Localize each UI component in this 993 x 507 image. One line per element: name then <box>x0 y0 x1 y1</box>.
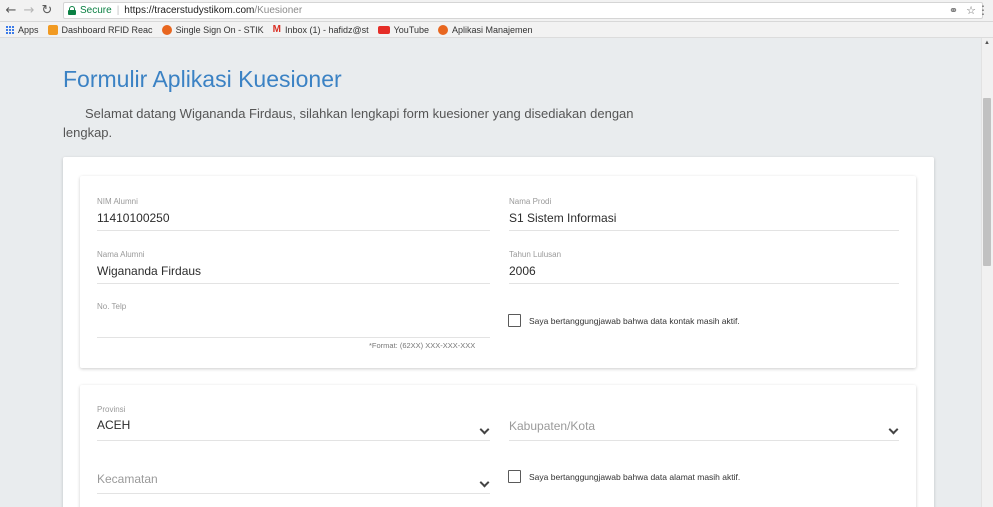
bookmark-aplikasi-manajemen[interactable]: Aplikasi Manajemen <box>438 24 533 35</box>
field-underline <box>509 440 899 441</box>
youtube-icon <box>377 25 390 34</box>
bookmark-label: Single Sign On - STIK <box>175 24 264 35</box>
scrollbar-thumb[interactable] <box>983 98 991 266</box>
address-confirm-checkbox[interactable] <box>508 470 521 483</box>
kabupaten-select[interactable]: Kabupaten/Kota <box>509 419 899 441</box>
url-path: /Kuesioner <box>254 5 303 16</box>
stikom-logo-icon <box>161 24 172 35</box>
field-underline <box>97 440 490 441</box>
nama-alumni-field: Nama Alumni Wigananda Firdaus <box>97 250 490 284</box>
provinsi-label: Provinsi <box>97 405 126 414</box>
kabupaten-placeholder: Kabupaten/Kota <box>509 419 596 433</box>
secure-label: Secure <box>80 5 112 16</box>
browser-toolbar: ← → ↻ Secure | https://tracerstudystikom… <box>0 0 993 22</box>
contact-confirm-checkbox-row[interactable]: Saya bertanggungjawab bahwa data kontak … <box>508 314 740 327</box>
reload-icon[interactable]: ↻ <box>39 3 55 19</box>
field-underline <box>97 230 490 231</box>
stikom-logo-icon <box>438 24 448 35</box>
bookmark-label: Inbox (1) - hafidz@st <box>284 24 369 35</box>
bookmark-apps[interactable]: Apps <box>0 25 39 35</box>
contact-confirm-checkbox[interactable] <box>508 314 521 327</box>
bookmark-label: Apps <box>18 24 39 35</box>
bookmark-label: Aplikasi Manajemen <box>452 24 533 35</box>
address-confirm-label: Saya bertanggungjawab bahwa data alamat … <box>529 471 741 482</box>
url-host: https://tracerstudystikom.com <box>124 5 255 16</box>
provinsi-value: ACEH <box>97 418 131 432</box>
kecamatan-select[interactable]: Kecamatan <box>97 472 490 494</box>
prodi-field: Nama Prodi S1 Sistem Informasi <box>509 197 899 231</box>
nama-alumni-label: Nama Alumni <box>97 250 145 259</box>
tahun-lulusan-label: Tahun Lulusan <box>509 250 562 259</box>
welcome-message: Selamat datang Wigananda Firdaus, silahk… <box>63 106 634 140</box>
bookmark-sso-stikom[interactable]: Single Sign On - STIK <box>161 24 264 35</box>
tahun-lulusan-value: 2006 <box>509 264 536 278</box>
address-confirm-checkbox-row[interactable]: Saya bertanggungjawab bahwa data alamat … <box>508 470 740 483</box>
gmail-icon: M <box>272 23 281 35</box>
contact-confirm-label: Saya bertanggungjawab bahwa data kontak … <box>529 315 740 326</box>
scroll-up-arrow-icon[interactable]: ▲ <box>984 40 990 46</box>
telp-field[interactable]: No. Telp <box>97 302 490 338</box>
nim-label: NIM Alumni <box>97 197 138 206</box>
kebab-menu-icon[interactable]: ⋮ <box>977 3 989 17</box>
dashboard-icon <box>47 24 58 35</box>
nim-field: NIM Alumni 11410100250 <box>97 197 490 231</box>
lock-icon <box>68 6 76 15</box>
telp-format-hint: *Format: (62XX) XXX-XXX-XXX <box>369 341 476 350</box>
bookmark-label: Dashboard RFID Reac <box>61 24 153 35</box>
field-underline <box>97 283 490 284</box>
field-underline <box>97 337 490 338</box>
bookmarks-bar: Apps Dashboard RFID Reac Single Sign On … <box>0 22 993 38</box>
telp-label: No. Telp <box>97 302 127 311</box>
kecamatan-placeholder: Kecamatan <box>97 472 158 486</box>
bookmark-inbox[interactable]: M Inbox (1) - hafidz@st <box>272 23 369 35</box>
prodi-label: Nama Prodi <box>509 197 552 206</box>
page-title: Formulir Aplikasi Kuesioner <box>63 66 342 92</box>
url-separator: | <box>116 5 120 16</box>
nama-alumni-value: Wigananda Firdaus <box>97 264 202 278</box>
star-icon[interactable]: ☆ <box>966 4 976 17</box>
bookmark-dashboard-rfid[interactable]: Dashboard RFID Reac <box>47 24 153 35</box>
address-bar[interactable]: Secure | https://tracerstudystikom.com/K… <box>63 2 983 19</box>
nim-value: 11410100250 <box>97 211 170 225</box>
field-underline <box>509 230 899 231</box>
forward-arrow-icon[interactable]: → <box>21 3 37 19</box>
bookmark-label: YouTube <box>393 24 429 35</box>
key-icon[interactable]: ⚭ <box>949 4 958 17</box>
field-underline <box>509 283 899 284</box>
bookmark-youtube[interactable]: YouTube <box>377 24 429 35</box>
prodi-value: S1 Sistem Informasi <box>509 211 617 225</box>
back-arrow-icon[interactable]: ← <box>3 3 19 19</box>
field-underline <box>97 493 490 494</box>
tahun-lulusan-field: Tahun Lulusan 2006 <box>509 250 899 284</box>
apps-grid-icon <box>6 25 14 34</box>
provinsi-select[interactable]: Provinsi ACEH <box>97 405 490 441</box>
